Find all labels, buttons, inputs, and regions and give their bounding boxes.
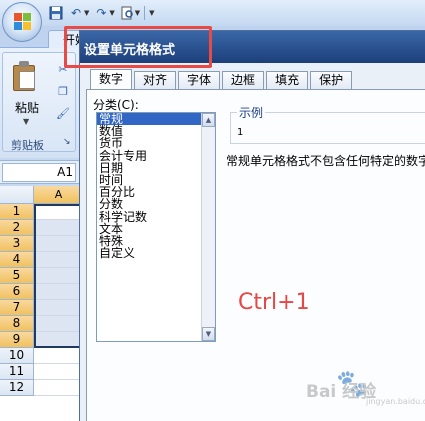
row-header[interactable]: 3 [0,236,34,252]
row-header[interactable]: 2 [0,220,34,236]
dialog-tab[interactable]: 对齐 [134,71,177,89]
customize-qat-icon[interactable]: ▼ [149,9,154,17]
cell[interactable] [34,332,84,348]
cell[interactable] [34,364,84,380]
redo-dropdown-icon[interactable]: ▼ [109,9,114,17]
category-item[interactable]: 科学记数 [97,210,215,223]
scroll-down-icon[interactable]: ▼ [202,327,215,341]
dialog-title: 设置单元格格式 [84,43,176,58]
dialog-tab-strip: 数字 对齐 字体 边框 填充 保护 [90,69,353,89]
cut-icon[interactable]: ✂ [55,61,71,77]
row-header[interactable]: 1 [0,204,34,220]
undo-icon[interactable]: ↶ [68,5,84,21]
cell[interactable] [34,300,84,316]
column-a-cells[interactable] [34,204,84,396]
cell[interactable] [34,236,84,252]
clipboard-group-label: 剪贴板 [11,139,44,152]
redo-icon[interactable]: ↷ [93,5,109,21]
format-description: 常规单元格格式不包含任何特定的数字 [226,154,425,168]
category-label: 分类(C): [93,98,139,112]
dialog-tab[interactable]: 填充 [266,71,309,89]
dialog-title-bar[interactable]: 设置单元格格式 [80,31,425,63]
category-item[interactable]: 自定义 [97,247,215,259]
cell[interactable] [34,268,84,284]
dialog-tab[interactable]: 数字 [90,69,133,89]
cell[interactable] [34,284,84,300]
category-items: 常规 数值 货币 会计专用 日期 时间 百分比 分数 科学记数 文本 特殊 自定义 [97,113,215,259]
column-header-a[interactable]: A [34,186,84,204]
cell[interactable] [34,252,84,268]
qat-divider [144,6,146,20]
dialog-tab[interactable]: 字体 [178,71,221,89]
row-header[interactable]: 10 [0,348,34,364]
category-item[interactable]: 货币 [97,137,215,149]
select-all-corner[interactable] [0,186,34,204]
row-header[interactable]: 5 [0,268,34,284]
category-item[interactable]: 会计专用 [97,149,215,162]
office-button[interactable] [2,2,42,42]
row-header[interactable]: 9 [0,332,34,348]
watermark-url: jingyan.baidu.com [366,397,425,406]
cell[interactable] [34,380,84,396]
cell[interactable] [34,348,84,364]
print-preview-icon[interactable] [119,5,135,21]
office-logo-icon [14,13,32,31]
row-header[interactable]: 7 [0,300,34,316]
row-header[interactable]: 12 [0,380,34,396]
row-header[interactable]: 11 [0,364,34,380]
row-header[interactable]: 4 [0,252,34,268]
sample-value: 1 [237,127,244,138]
clipboard-group: 粘贴 ▼ ✂ ❐ 🖌 剪贴板 ↘ [2,52,76,152]
format-painter-icon[interactable]: 🖌 [55,105,71,121]
category-item[interactable]: 分数 [97,198,215,210]
row-header[interactable]: 8 [0,316,34,332]
scroll-up-icon[interactable]: ▲ [202,113,215,127]
shortcut-annotation: Ctrl+1 [238,290,310,315]
sample-label: 示例 [237,104,266,121]
format-cells-dialog: 设置单元格格式 数字 对齐 字体 边框 填充 保护 分类(C): 常规 数值 货币 会计专用 日期… [79,30,425,421]
category-scrollbar[interactable]: ▲ ▼ [201,113,215,341]
cell[interactable] [34,316,84,332]
undo-dropdown-icon[interactable]: ▼ [84,9,89,17]
cell[interactable] [34,204,84,220]
save-icon[interactable] [48,5,64,21]
paste-dropdown-icon[interactable]: ▼ [23,117,29,126]
clipboard-dialog-launcher-icon[interactable]: ↘ [63,137,71,147]
print-preview-dropdown-icon[interactable]: ▼ [135,9,140,17]
name-box[interactable]: A1 [2,163,76,182]
dialog-tab[interactable]: 边框 [222,71,265,89]
paste-button-label[interactable]: 粘贴 [15,99,39,116]
row-header[interactable]: 6 [0,284,34,300]
dialog-tab[interactable]: 保护 [310,71,353,89]
baidu-jingyan-watermark: 🐾 Bai 经验 jingyan.baidu.com [306,365,425,406]
quick-access-toolbar: ↶ ▼ ↷ ▼ ▼ ▼ [48,4,155,22]
cell[interactable] [34,220,84,236]
sample-group: 示例 1 [230,104,425,144]
paste-icon[interactable] [13,61,37,91]
copy-icon[interactable]: ❐ [55,83,71,99]
row-headers: 1 2 3 4 5 6 7 8 9 10 11 12 [0,204,34,396]
category-listbox[interactable]: 常规 数值 货币 会计专用 日期 时间 百分比 分数 科学记数 文本 特殊 自定义 ▲ ▼ [96,112,216,342]
